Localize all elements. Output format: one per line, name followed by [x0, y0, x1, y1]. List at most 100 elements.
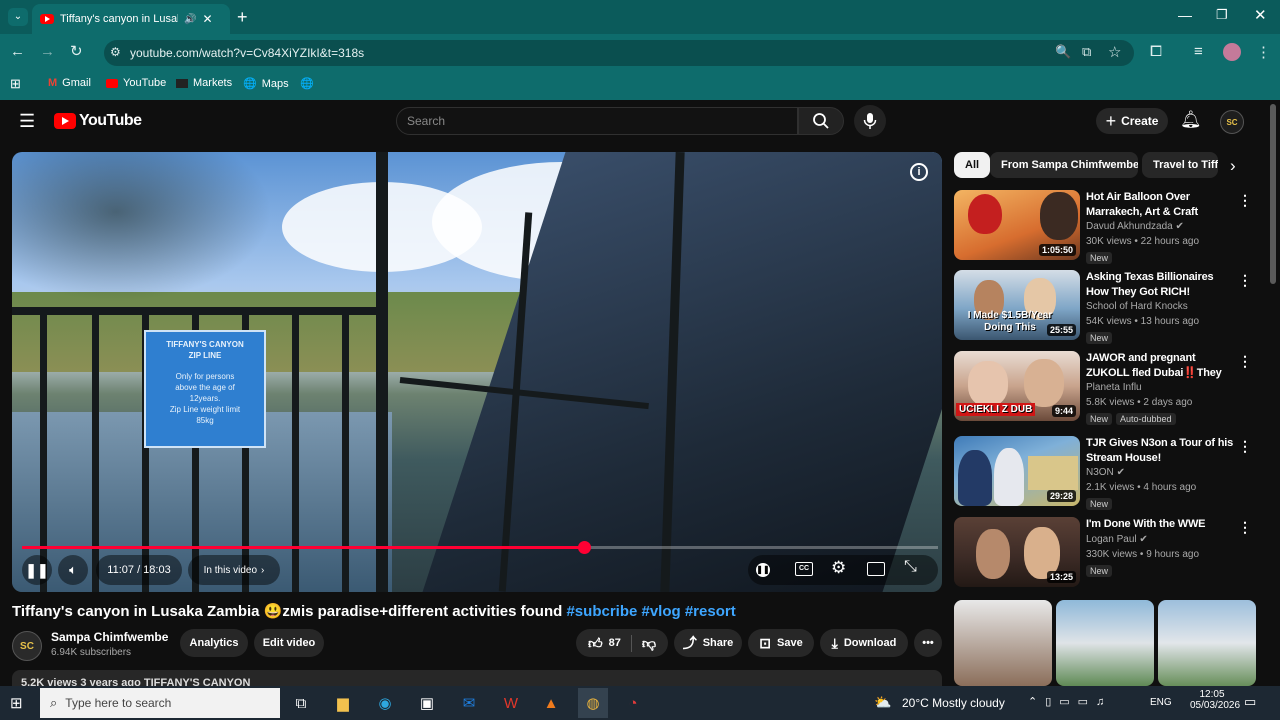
recommendation-item[interactable]: 13:25 I'm Done With the WWE Logan Paul ✔…	[954, 517, 1254, 591]
search-button[interactable]	[798, 107, 844, 135]
media-control-icon[interactable]: ≡	[1194, 43, 1203, 60]
zoom-icon[interactable]: 🔍	[1055, 44, 1071, 60]
outlook-icon[interactable]: ✉	[456, 691, 482, 715]
tab-close-icon[interactable]: ✕	[202, 12, 212, 26]
account-avatar[interactable]: SC	[1220, 110, 1244, 134]
settings-gear-icon[interactable]: ⚙	[831, 558, 846, 578]
minimize-button[interactable]: —	[1178, 7, 1192, 23]
video-thumbnail[interactable]: 29:28	[954, 436, 1080, 506]
analytics-button[interactable]: Analytics	[180, 629, 248, 657]
clock[interactable]: 12:05 05/03/2026	[1190, 689, 1240, 711]
verified-icon: ✔	[1139, 534, 1148, 545]
shorts-thumbnail[interactable]	[954, 600, 1052, 686]
bookmark-star-icon[interactable]: ☆	[1108, 43, 1121, 61]
youtube-icon	[106, 78, 118, 88]
window-close-button[interactable]: ✕	[1254, 6, 1267, 24]
recommendation-title: JAWOR and pregnant ZUKOLL fled Dubai‼️Th…	[1086, 352, 1222, 379]
video-thumbnail[interactable]: 13:25	[954, 517, 1080, 587]
autoplay-toggle-icon[interactable]: ❚❚	[756, 563, 770, 577]
chips-next-chevron-icon[interactable]: ›	[1230, 156, 1236, 176]
notifications-bell-icon[interactable]: 🔔︎	[1180, 110, 1202, 130]
store-icon[interactable]: ▣	[414, 691, 440, 715]
more-actions-button[interactable]: •••	[914, 629, 942, 657]
app-icon[interactable]: ▲	[538, 691, 564, 715]
notification-center-icon[interactable]: ▭	[1244, 694, 1256, 710]
browser-menu-icon[interactable]: ⋮	[1256, 43, 1271, 61]
theater-mode-icon[interactable]	[867, 562, 885, 576]
edge-icon[interactable]: ◉	[372, 691, 398, 715]
more-options-icon[interactable]: ⋮	[1238, 519, 1252, 536]
forward-icon[interactable]: →	[40, 43, 55, 60]
bookmark-markets[interactable]: Markets	[176, 77, 232, 89]
language-indicator[interactable]: ENG	[1150, 697, 1172, 708]
hamburger-menu-icon[interactable]: ☰	[19, 111, 35, 132]
subscriber-count: 6.94K subscribers	[51, 647, 132, 658]
chip-travel[interactable]: Travel to Tiffany	[1142, 152, 1218, 178]
recommendation-item[interactable]: 29:28 TJR Gives N3on a Tour of his Strea…	[954, 436, 1254, 510]
channel-avatar[interactable]: SC	[12, 631, 42, 661]
download-button[interactable]: ⤓ Download	[820, 629, 908, 657]
recommendation-item[interactable]: 1:05:50 Hot Air Balloon Over Marrakech, …	[954, 190, 1254, 264]
reload-icon[interactable]: ↻	[70, 42, 83, 60]
mute-button[interactable]: 🔈︎	[58, 555, 88, 585]
more-options-icon[interactable]: ⋮	[1238, 192, 1252, 209]
create-button[interactable]: + Create	[1096, 108, 1168, 134]
wps-icon[interactable]: W	[498, 691, 524, 715]
search-input[interactable]	[396, 107, 798, 135]
subtitles-icon[interactable]: CC	[795, 562, 813, 576]
chip-all[interactable]: All	[954, 152, 991, 178]
channel-name[interactable]: Sampa Chimfwembe	[51, 630, 168, 644]
system-tray-icons[interactable]: ⌃▯▭▭♫	[1028, 695, 1112, 708]
save-button[interactable]: ⊡ Save	[748, 629, 814, 657]
screen-recorder-icon[interactable]: ◔	[620, 691, 646, 715]
shorts-thumbnail[interactable]	[1056, 600, 1154, 686]
bookmark-maps[interactable]: 🌐 Maps	[243, 77, 289, 91]
new-tab-button[interactable]: +	[237, 7, 248, 28]
chrome-icon[interactable]: ◍	[578, 688, 608, 718]
windows-start-icon[interactable]: ⊞	[10, 694, 23, 712]
profile-avatar[interactable]	[1223, 43, 1241, 61]
maximize-button[interactable]: ❐	[1216, 7, 1228, 23]
info-icon[interactable]: i	[910, 163, 928, 181]
recommendation-item[interactable]: UCIEKLI Z DUB 9:44 JAWOR and pregnant ZU…	[954, 351, 1254, 425]
site-info-icon[interactable]: ⚙	[110, 45, 121, 59]
bookmark-globe[interactable]: 🌐	[300, 77, 314, 90]
share-button[interactable]: ⤴ Share	[674, 629, 742, 657]
cast-icon[interactable]: ⧉	[1082, 44, 1091, 60]
taskbar-search[interactable]: ⌕ Type here to search	[40, 688, 280, 718]
extensions-icon[interactable]: ⧠	[1150, 43, 1162, 60]
progress-scrubber[interactable]	[578, 541, 591, 554]
chapters-button[interactable]: In this video ›	[188, 555, 280, 585]
bookmark-youtube[interactable]: YouTube	[106, 77, 166, 89]
weather-text[interactable]: 20°C Mostly cloudy	[902, 696, 1005, 710]
thumbs-down-icon[interactable]: 👎︎	[632, 635, 656, 652]
pause-button[interactable]: ❚❚	[22, 555, 52, 585]
fullscreen-icon[interactable]: ⤡	[904, 558, 917, 576]
tab-search-button[interactable]: ⌄	[8, 8, 28, 26]
voice-search-button[interactable]	[854, 105, 886, 137]
like-button[interactable]: 👍︎ 87	[588, 634, 632, 652]
more-options-icon[interactable]: ⋮	[1238, 272, 1252, 289]
shorts-thumbnail[interactable]	[1158, 600, 1256, 686]
video-thumbnail[interactable]: UCIEKLI Z DUB 9:44	[954, 351, 1080, 421]
page-scrollbar[interactable]	[1270, 104, 1276, 284]
video-thumbnail[interactable]: 1:05:50	[954, 190, 1080, 260]
youtube-logo[interactable]: YouTube	[54, 112, 142, 130]
new-badge: New	[1086, 332, 1113, 344]
speaker-icon[interactable]: 🔊	[184, 14, 196, 25]
more-options-icon[interactable]: ⋮	[1238, 438, 1252, 455]
hashtags[interactable]: #subcribe #vlog #resort	[566, 603, 735, 620]
weather-icon[interactable]: ⛅	[874, 694, 891, 711]
browser-tab-active[interactable]: Tiffany's canyon in Lusaka Zambia 🔊 ✕	[32, 4, 230, 34]
chip-from-channel[interactable]: From Sampa Chimfwembe	[990, 152, 1138, 178]
video-player[interactable]: TIFFANY'S CANYON ZIP LINE Only for persons…	[12, 152, 942, 592]
file-explorer-icon[interactable]: ▆	[330, 691, 356, 715]
recommendation-item[interactable]: I Made $1.5B/Year Doing This 25:55 Askin…	[954, 270, 1254, 344]
back-icon[interactable]: ←	[10, 43, 25, 60]
edit-video-button[interactable]: Edit video	[254, 629, 324, 657]
task-view-icon[interactable]: ⧉	[288, 691, 314, 715]
bookmark-gmail[interactable]: M Gmail	[48, 77, 91, 89]
video-thumbnail[interactable]: I Made $1.5B/Year Doing This 25:55	[954, 270, 1080, 340]
more-options-icon[interactable]: ⋮	[1238, 353, 1252, 370]
apps-grid-icon[interactable]: ⊞	[10, 76, 21, 92]
